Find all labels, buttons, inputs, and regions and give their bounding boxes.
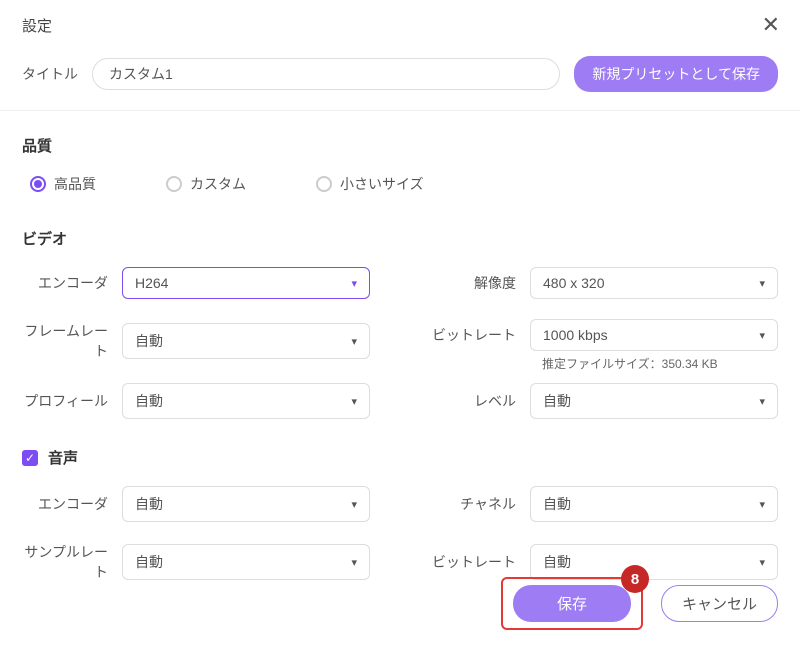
chevron-down-icon: ▾ — [759, 329, 765, 342]
dialog-footer: 保存 8 キャンセル — [501, 577, 778, 630]
title-input[interactable] — [92, 58, 560, 90]
radio-label: 小さいサイズ — [340, 174, 424, 194]
title-label: タイトル — [22, 64, 78, 84]
quality-radio-group: 高品質 カスタム 小さいサイズ — [22, 174, 778, 194]
chevron-down-icon: ▾ — [759, 277, 765, 290]
radio-icon — [30, 176, 46, 192]
select-value: 自動 — [543, 552, 571, 572]
select-value: 自動 — [135, 331, 163, 351]
audio-bitrate-field: ビットレート 自動 ▾ — [430, 542, 778, 582]
chevron-down-icon: ▾ — [351, 395, 357, 408]
audio-encoder-select[interactable]: 自動 ▾ — [122, 486, 370, 522]
audio-encoder-field: エンコーダ 自動 ▾ — [22, 486, 370, 522]
video-level-select[interactable]: 自動 ▾ — [530, 383, 778, 419]
video-bitrate-field: ビットレート 1000 kbps ▾ 推定ファイルサイズ：350.34 KB — [430, 319, 778, 351]
field-label: ビットレート — [430, 325, 530, 345]
select-value: 1000 kbps — [543, 327, 608, 343]
chevron-down-icon: ▾ — [351, 277, 357, 290]
field-label: チャネル — [430, 494, 530, 514]
select-value: H264 — [135, 275, 168, 291]
audio-samplerate-field: サンプルレート 自動 ▾ — [22, 542, 370, 582]
field-label: フレームレート — [22, 321, 122, 361]
dialog-header: 設定 ✕ — [0, 0, 800, 50]
save-highlight-box: 保存 8 — [501, 577, 643, 630]
video-bitrate-select[interactable]: 1000 kbps ▾ — [530, 319, 778, 351]
quality-radio-high[interactable]: 高品質 — [30, 174, 96, 194]
radio-icon — [316, 176, 332, 192]
video-grid: エンコーダ H264 ▾ 解像度 480 x 320 ▾ フレームレート 自動 … — [22, 267, 778, 419]
quality-section-title: 品質 — [22, 135, 778, 156]
field-label: エンコーダ — [22, 494, 122, 514]
title-row: タイトル 新規プリセットとして保存 — [0, 50, 800, 111]
field-label: エンコーダ — [22, 273, 122, 293]
audio-channel-field: チャネル 自動 ▾ — [430, 486, 778, 522]
field-label: レベル — [430, 391, 530, 411]
audio-section-title: 音声 — [48, 447, 78, 468]
audio-bitrate-select[interactable]: 自動 ▾ — [530, 544, 778, 580]
close-icon[interactable]: ✕ — [762, 14, 780, 36]
chevron-down-icon: ▾ — [759, 556, 765, 569]
dialog-body: 品質 高品質 カスタム 小さいサイズ ビデオ エンコーダ H264 ▾ — [0, 111, 800, 620]
video-framerate-field: フレームレート 自動 ▾ — [22, 319, 370, 363]
audio-grid: エンコーダ 自動 ▾ チャネル 自動 ▾ サンプルレート 自動 ▾ — [22, 486, 778, 582]
video-framerate-select[interactable]: 自動 ▾ — [122, 323, 370, 359]
select-value: 自動 — [543, 391, 571, 411]
radio-label: カスタム — [190, 174, 246, 194]
chevron-down-icon: ▾ — [759, 395, 765, 408]
audio-checkbox[interactable]: ✓ — [22, 450, 38, 466]
select-value: 自動 — [135, 552, 163, 572]
estimate-filesize-note: 推定ファイルサイズ：350.34 KB — [542, 355, 718, 372]
select-value: 自動 — [543, 494, 571, 514]
radio-label: 高品質 — [54, 174, 96, 194]
chevron-down-icon: ▾ — [351, 335, 357, 348]
cancel-button[interactable]: キャンセル — [661, 585, 778, 622]
audio-channel-select[interactable]: 自動 ▾ — [530, 486, 778, 522]
video-resolution-field: 解像度 480 x 320 ▾ — [430, 267, 778, 299]
audio-section-header: ✓ 音声 — [22, 447, 778, 468]
field-label: 解像度 — [430, 273, 530, 293]
dialog-title: 設定 — [22, 15, 52, 36]
select-value: 自動 — [135, 391, 163, 411]
video-encoder-select[interactable]: H264 ▾ — [122, 267, 370, 299]
video-profile-field: プロフィール 自動 ▾ — [22, 383, 370, 419]
video-encoder-field: エンコーダ H264 ▾ — [22, 267, 370, 299]
save-button[interactable]: 保存 — [513, 585, 631, 622]
radio-icon — [166, 176, 182, 192]
select-value: 自動 — [135, 494, 163, 514]
chevron-down-icon: ▾ — [351, 556, 357, 569]
field-label: サンプルレート — [22, 542, 122, 582]
field-label: ビットレート — [430, 552, 530, 572]
chevron-down-icon: ▾ — [351, 498, 357, 511]
video-profile-select[interactable]: 自動 ▾ — [122, 383, 370, 419]
quality-radio-custom[interactable]: カスタム — [166, 174, 246, 194]
save-preset-button[interactable]: 新規プリセットとして保存 — [574, 56, 778, 92]
select-value: 480 x 320 — [543, 275, 605, 291]
field-label: プロフィール — [22, 391, 122, 411]
chevron-down-icon: ▾ — [759, 498, 765, 511]
quality-radio-small[interactable]: 小さいサイズ — [316, 174, 424, 194]
video-level-field: レベル 自動 ▾ — [430, 383, 778, 419]
audio-samplerate-select[interactable]: 自動 ▾ — [122, 544, 370, 580]
video-resolution-select[interactable]: 480 x 320 ▾ — [530, 267, 778, 299]
step-badge: 8 — [621, 565, 649, 593]
video-section-title: ビデオ — [22, 228, 778, 249]
settings-dialog: 設定 ✕ タイトル 新規プリセットとして保存 品質 高品質 カスタム 小さいサイ… — [0, 0, 800, 650]
